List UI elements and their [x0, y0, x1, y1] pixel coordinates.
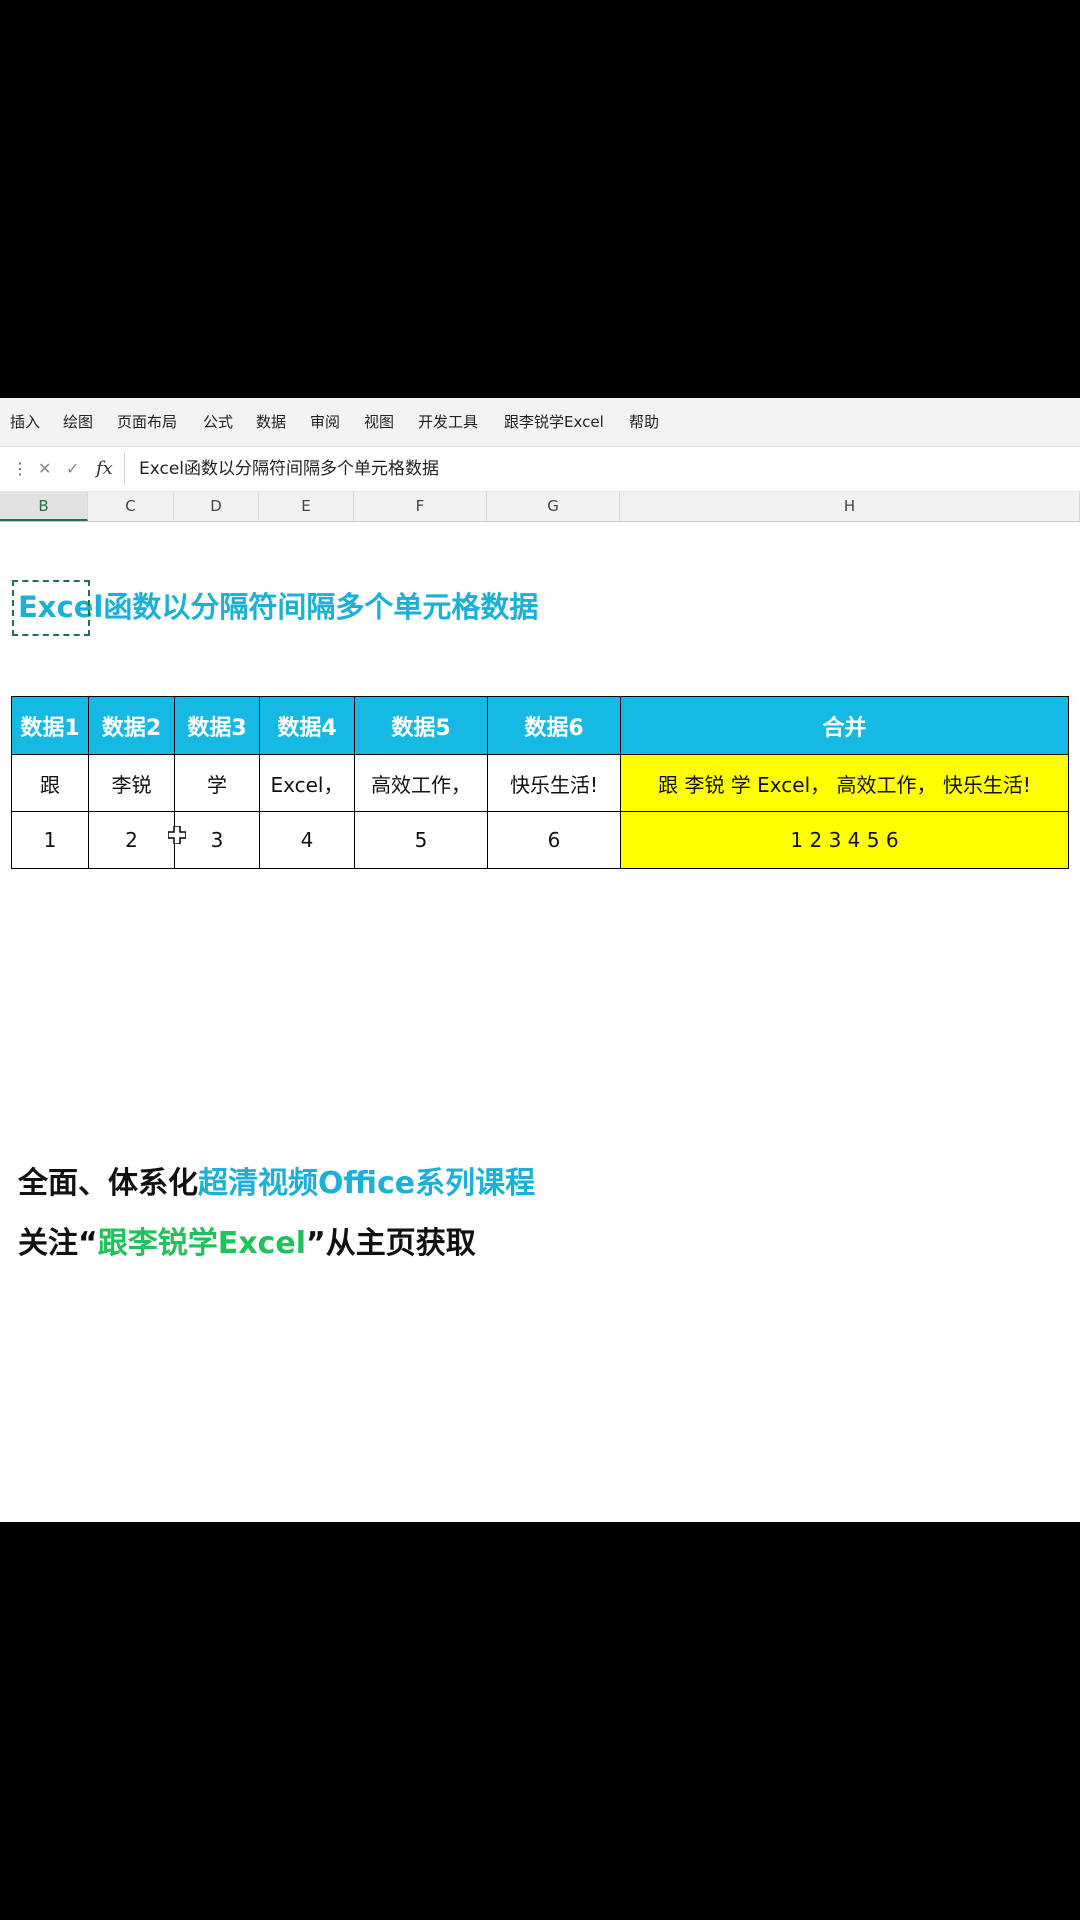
- menu-developer[interactable]: 开发工具: [418, 398, 478, 446]
- menu-view[interactable]: 视图: [364, 398, 394, 446]
- ribbon-menu: 插入 绘图 页面布局 公式 数据 审阅 视图 开发工具 跟李锐学Excel 帮助: [0, 398, 1080, 447]
- table-cell[interactable]: 高效工作，: [354, 754, 488, 812]
- column-header-h[interactable]: H: [620, 492, 1080, 521]
- header-cell[interactable]: 数据5: [354, 696, 488, 755]
- menu-page-layout[interactable]: 页面布局: [117, 398, 177, 446]
- promo-line-1: 全面、体系化超清视频Office系列课程: [18, 1158, 535, 1202]
- promo-text: 全面、体系化: [18, 1166, 198, 1201]
- table-cell[interactable]: 4: [259, 811, 355, 869]
- column-header-g[interactable]: G: [487, 492, 620, 521]
- menu-draw[interactable]: 绘图: [63, 398, 93, 446]
- menu-review[interactable]: 审阅: [310, 398, 340, 446]
- column-header-f[interactable]: F: [354, 492, 487, 521]
- table-header-row: 数据1 数据2 数据3 数据4 数据5 数据6 合并: [11, 696, 1069, 755]
- menu-custom-tab[interactable]: 跟李锐学Excel: [504, 398, 604, 446]
- merged-result-cell[interactable]: 1 2 3 4 5 6: [620, 811, 1069, 869]
- formula-input[interactable]: Excel函数以分隔符间隔多个单元格数据: [124, 453, 1080, 485]
- promo-text: 关注“: [18, 1226, 98, 1261]
- promo-line-2: 关注“跟李锐学Excel”从主页获取: [18, 1218, 476, 1262]
- menu-data[interactable]: 数据: [256, 398, 286, 446]
- table-cell[interactable]: 1: [11, 811, 89, 869]
- header-cell-merged[interactable]: 合并: [620, 696, 1069, 755]
- table-cell[interactable]: Excel，: [259, 754, 355, 812]
- fx-icon[interactable]: fx: [96, 447, 113, 491]
- column-headers: B C D E F G H: [0, 492, 1080, 522]
- formula-bar: ⋮ ✕ ✓ fx Excel函数以分隔符间隔多个单元格数据: [0, 447, 1080, 492]
- cancel-icon[interactable]: ✕: [38, 447, 51, 491]
- excel-window: 插入 绘图 页面布局 公式 数据 审阅 视图 开发工具 跟李锐学Excel 帮助…: [0, 398, 1080, 1522]
- dots-icon[interactable]: ⋮: [12, 447, 28, 491]
- menu-formulas[interactable]: 公式: [203, 398, 233, 446]
- confirm-icon[interactable]: ✓: [66, 447, 79, 491]
- header-cell[interactable]: 数据3: [174, 696, 260, 755]
- table-cell[interactable]: 跟: [11, 754, 89, 812]
- sheet-title[interactable]: Excel函数以分隔符间隔多个单元格数据: [18, 584, 538, 626]
- cell-cursor-icon: [168, 826, 186, 844]
- table-cell[interactable]: 学: [174, 754, 260, 812]
- table-row: 跟 李锐 学 Excel， 高效工作， 快乐生活! 跟 李锐 学 Excel， …: [11, 754, 1069, 812]
- header-cell[interactable]: 数据4: [259, 696, 355, 755]
- header-cell[interactable]: 数据6: [487, 696, 621, 755]
- table-cell[interactable]: 快乐生活!: [487, 754, 621, 812]
- promo-highlight: 跟李锐学Excel: [97, 1226, 306, 1261]
- table-cell[interactable]: 3: [174, 811, 260, 869]
- table-cell[interactable]: 李锐: [88, 754, 175, 812]
- column-header-d[interactable]: D: [174, 492, 259, 521]
- column-header-c[interactable]: C: [88, 492, 174, 521]
- table-cell[interactable]: 2: [88, 811, 175, 869]
- column-header-e[interactable]: E: [259, 492, 354, 521]
- header-cell[interactable]: 数据1: [11, 696, 89, 755]
- table-cell[interactable]: 5: [354, 811, 488, 869]
- merged-result-cell[interactable]: 跟 李锐 学 Excel， 高效工作， 快乐生活!: [620, 754, 1069, 812]
- promo-text: ”从主页获取: [305, 1226, 476, 1261]
- promo-highlight: 超清视频Office系列课程: [198, 1166, 536, 1201]
- menu-help[interactable]: 帮助: [629, 398, 659, 446]
- table-cell[interactable]: 6: [487, 811, 621, 869]
- header-cell[interactable]: 数据2: [88, 696, 175, 755]
- column-header-b[interactable]: B: [0, 492, 88, 521]
- menu-insert[interactable]: 插入: [10, 398, 40, 446]
